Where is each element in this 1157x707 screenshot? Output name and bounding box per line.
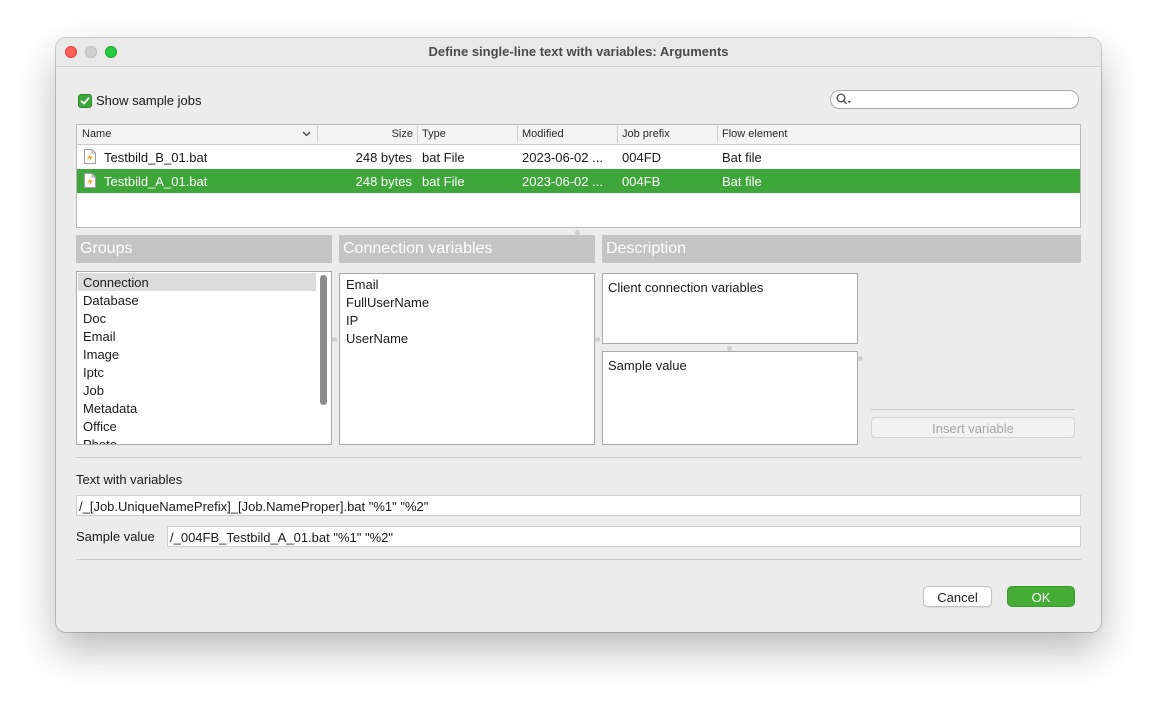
- group-item-doc[interactable]: Doc: [78, 309, 316, 327]
- description-header: Description: [602, 235, 1081, 263]
- group-item-connection[interactable]: Connection: [78, 273, 316, 291]
- insert-variable-button[interactable]: Insert variable: [871, 417, 1075, 438]
- splitter-handle[interactable]: [332, 337, 337, 342]
- job-size: 248 bytes: [355, 174, 412, 189]
- job-prefix: 004FB: [622, 174, 661, 189]
- ok-button[interactable]: OK: [1007, 586, 1075, 607]
- dialog-window: Define single-line text with variables: …: [56, 38, 1101, 632]
- groups-scrollbar[interactable]: [320, 275, 327, 405]
- column-header-flow-element[interactable]: Flow element: [722, 128, 787, 142]
- job-modified: 2023-06-02 ...: [522, 150, 603, 165]
- sample-value-box: Sample value: [602, 351, 858, 445]
- group-item-job[interactable]: Job: [78, 381, 316, 399]
- variables-list: Email FullUserName IP UserName: [339, 273, 595, 445]
- variable-item-email[interactable]: Email: [341, 275, 591, 293]
- table-row[interactable]: Testbild_B_01.bat 248 bytes bat File 202…: [77, 145, 1080, 169]
- column-header-type[interactable]: Type: [422, 128, 446, 142]
- group-item-email[interactable]: Email: [78, 327, 316, 345]
- sample-value-box-label: Sample value: [608, 358, 687, 373]
- group-item-database[interactable]: Database: [78, 291, 316, 309]
- column-header-job-prefix[interactable]: Job prefix: [622, 128, 670, 142]
- column-separator[interactable]: [617, 126, 618, 143]
- variable-item-username[interactable]: UserName: [341, 329, 591, 347]
- search-icon: [836, 93, 851, 105]
- bat-file-icon: [84, 173, 96, 188]
- jobs-table: Name Size Type Modified Job prefix Flow …: [76, 124, 1081, 228]
- search-input[interactable]: [853, 92, 1073, 107]
- group-item-metadata[interactable]: Metadata: [78, 399, 316, 417]
- divider: [871, 409, 1075, 410]
- group-item-iptc[interactable]: Iptc: [78, 363, 316, 381]
- column-separator[interactable]: [717, 126, 718, 143]
- job-type: bat File: [422, 174, 465, 189]
- bat-file-icon: [84, 149, 96, 164]
- table-header: Name Size Type Modified Job prefix Flow …: [77, 125, 1080, 145]
- search-field[interactable]: [830, 90, 1079, 109]
- job-prefix: 004FD: [622, 150, 662, 165]
- description-box: Client connection variables: [602, 273, 858, 344]
- job-size: 248 bytes: [355, 150, 412, 165]
- text-with-variables-input[interactable]: /_[Job.UniqueNamePrefix]_[Job.NameProper…: [76, 495, 1081, 516]
- column-header-modified[interactable]: Modified: [522, 128, 564, 142]
- variables-header: Connection variables: [339, 235, 595, 263]
- sample-value-label: Sample value: [76, 529, 155, 544]
- variable-item-ip[interactable]: IP: [341, 311, 591, 329]
- job-modified: 2023-06-02 ...: [522, 174, 603, 189]
- groups-list: Connection Database Doc Email Image Iptc…: [76, 271, 332, 445]
- column-header-name[interactable]: Name: [82, 128, 111, 142]
- cancel-button[interactable]: Cancel: [923, 586, 992, 607]
- splitter-handle[interactable]: [858, 356, 863, 361]
- sample-value-field: /_004FB_Testbild_A_01.bat "%1" "%2": [167, 526, 1081, 547]
- job-flow-element: Bat file: [722, 150, 762, 165]
- text-with-variables-label: Text with variables: [76, 472, 183, 487]
- chevron-down-icon[interactable]: [302, 131, 311, 137]
- show-sample-jobs-checkbox[interactable]: [78, 94, 92, 108]
- variable-item-fullusername[interactable]: FullUserName: [341, 293, 591, 311]
- show-sample-jobs-label[interactable]: Show sample jobs: [96, 93, 202, 108]
- job-flow-element: Bat file: [722, 174, 762, 189]
- group-item-photo[interactable]: Photo: [78, 435, 316, 444]
- groups-header: Groups: [76, 235, 332, 263]
- job-type: bat File: [422, 150, 465, 165]
- window-title: Define single-line text with variables: …: [428, 44, 729, 59]
- divider: [76, 559, 1081, 560]
- job-name: Testbild_B_01.bat: [104, 150, 208, 165]
- splitter-handle[interactable]: [595, 337, 600, 342]
- group-item-office[interactable]: Office: [78, 417, 316, 435]
- description-text: Client connection variables: [608, 280, 764, 295]
- table-row[interactable]: Testbild_A_01.bat 248 bytes bat File 202…: [77, 169, 1080, 193]
- divider: [76, 457, 1081, 458]
- group-item-image[interactable]: Image: [78, 345, 316, 363]
- job-name: Testbild_A_01.bat: [104, 174, 208, 189]
- title-bar: Define single-line text with variables: …: [56, 38, 1101, 67]
- column-separator[interactable]: [417, 126, 418, 143]
- column-separator[interactable]: [517, 126, 518, 143]
- checkmark-icon: [80, 97, 90, 105]
- column-header-size[interactable]: Size: [317, 128, 413, 142]
